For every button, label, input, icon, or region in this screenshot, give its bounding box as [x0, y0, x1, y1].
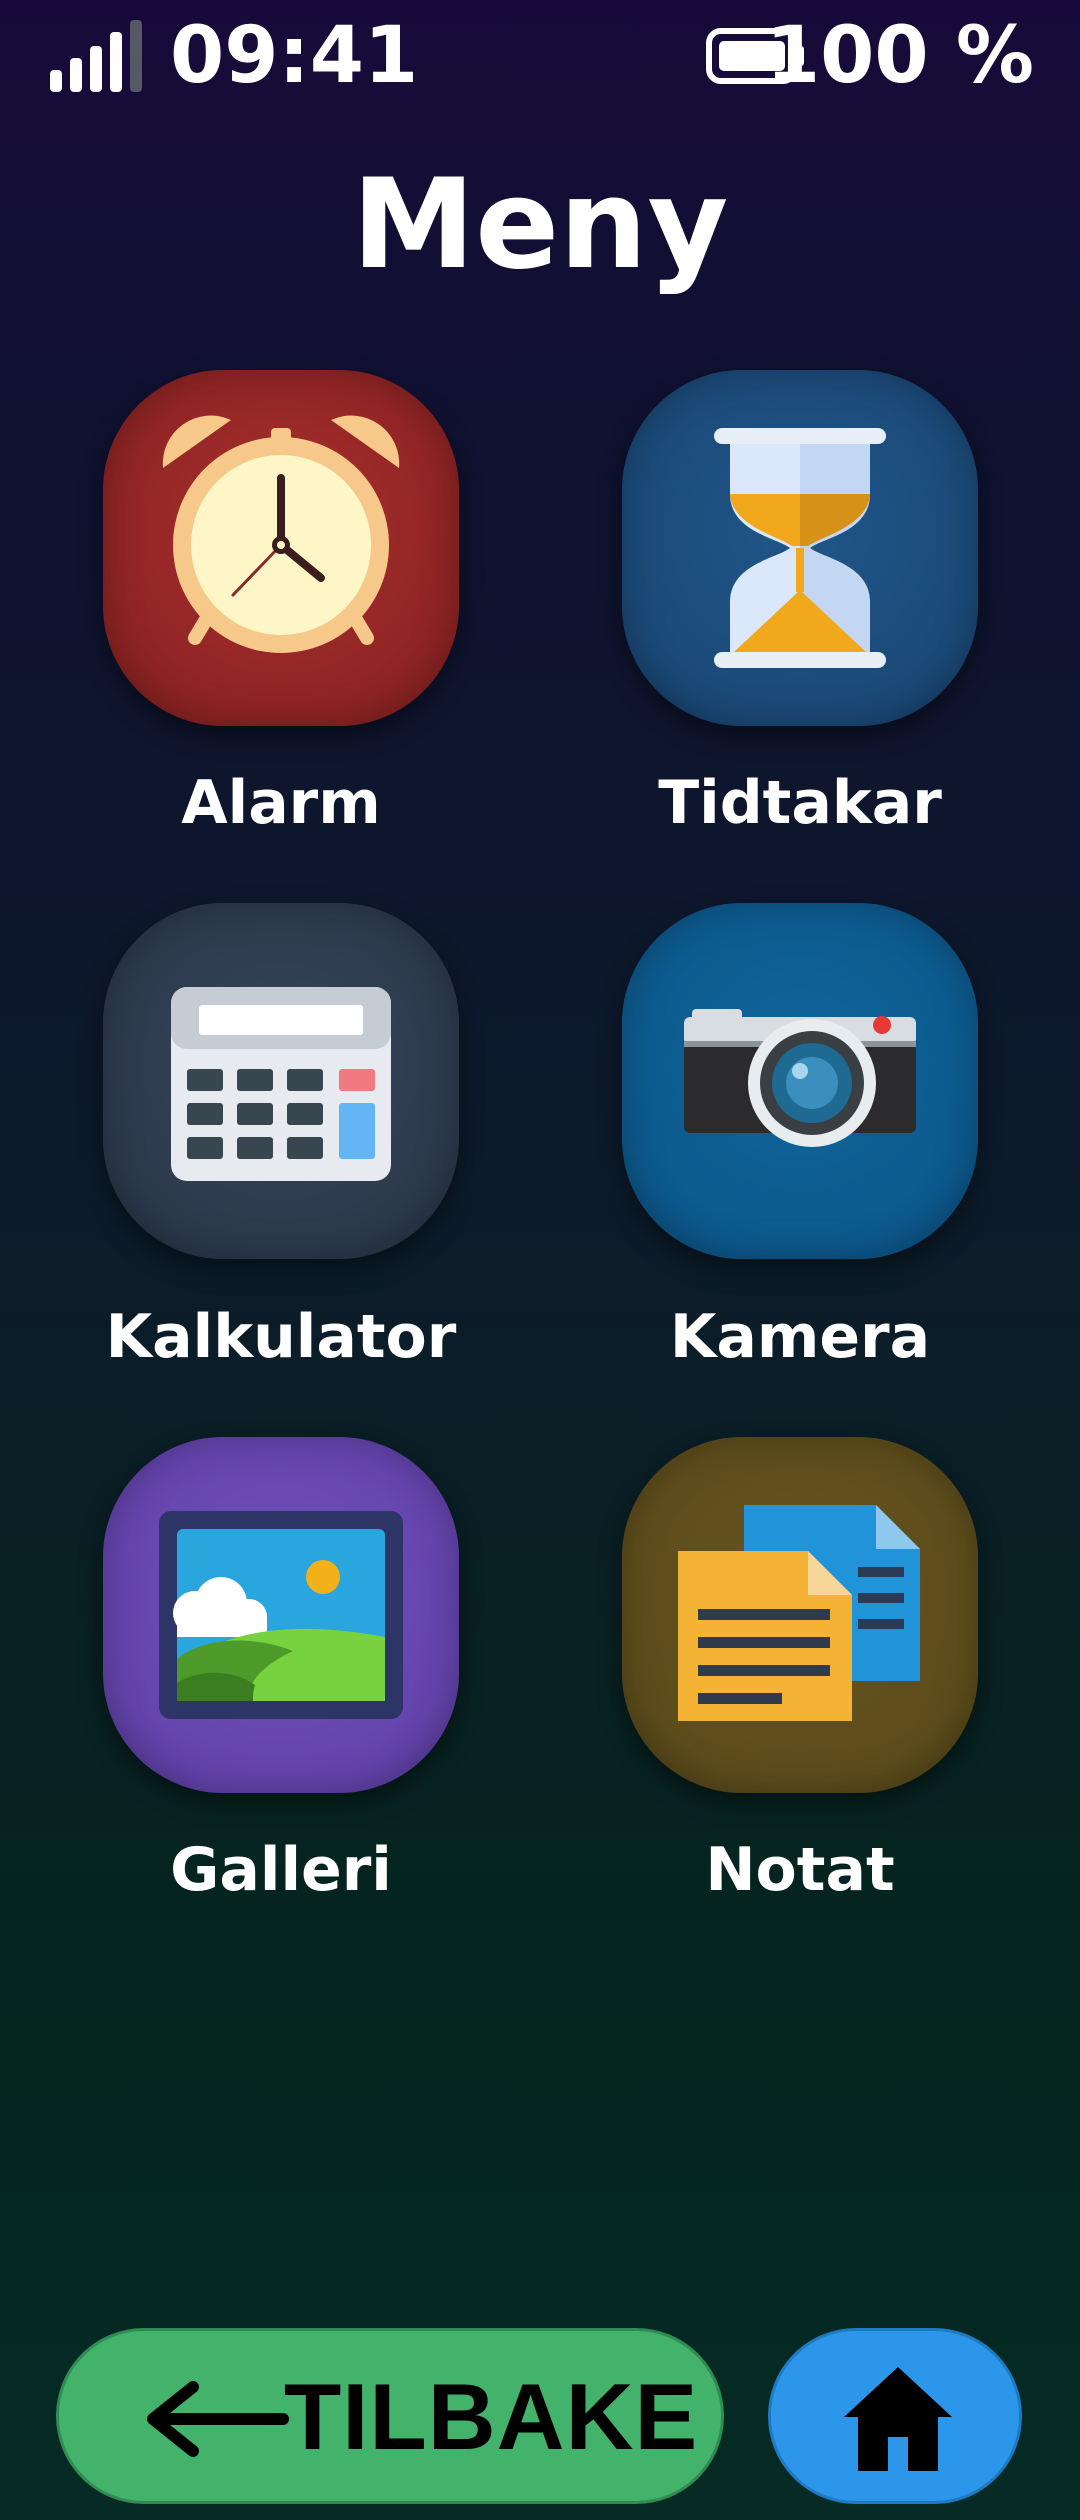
- picture-icon: [159, 1511, 403, 1719]
- app-label-kamera: Kamera: [669, 1302, 931, 1372]
- home-button[interactable]: [768, 2328, 1022, 2504]
- app-label-notat: Notat: [705, 1835, 895, 1905]
- app-tile-kalkulator[interactable]: [103, 903, 463, 1263]
- app-tile-tidtakar[interactable]: [622, 370, 982, 730]
- alarm-clock-icon: [162, 415, 400, 653]
- hourglass-icon: [714, 428, 886, 668]
- app-tile-kamera[interactable]: [622, 903, 982, 1263]
- calculator-icon: [171, 987, 391, 1181]
- bottom-nav: TILBAKE: [0, 2320, 1080, 2520]
- battery-percentage: 100 %: [765, 11, 1034, 101]
- status-time: 09:41: [170, 11, 419, 101]
- app-label-kalkulator: Kalkulator: [105, 1302, 457, 1372]
- signal-bars-icon: [50, 20, 142, 92]
- app-tile-alarm[interactable]: [103, 370, 463, 730]
- back-button[interactable]: TILBAKE: [56, 2328, 724, 2504]
- app-label-tidtakar: Tidtakar: [658, 768, 942, 838]
- app-label-alarm: Alarm: [181, 768, 381, 838]
- camera-icon: [684, 1009, 916, 1147]
- back-button-label: TILBAKE: [283, 2364, 699, 2469]
- page-title: Meny: [351, 153, 729, 297]
- app-label-galleri: Galleri: [170, 1835, 392, 1905]
- status-bar: 09:41 100 %: [0, 0, 1080, 110]
- home-icon: [844, 2367, 952, 2471]
- documents-icon: [678, 1505, 920, 1721]
- app-tile-notat[interactable]: [622, 1437, 982, 1797]
- app-tile-galleri[interactable]: [103, 1437, 463, 1797]
- arrow-left-icon: [147, 2381, 289, 2457]
